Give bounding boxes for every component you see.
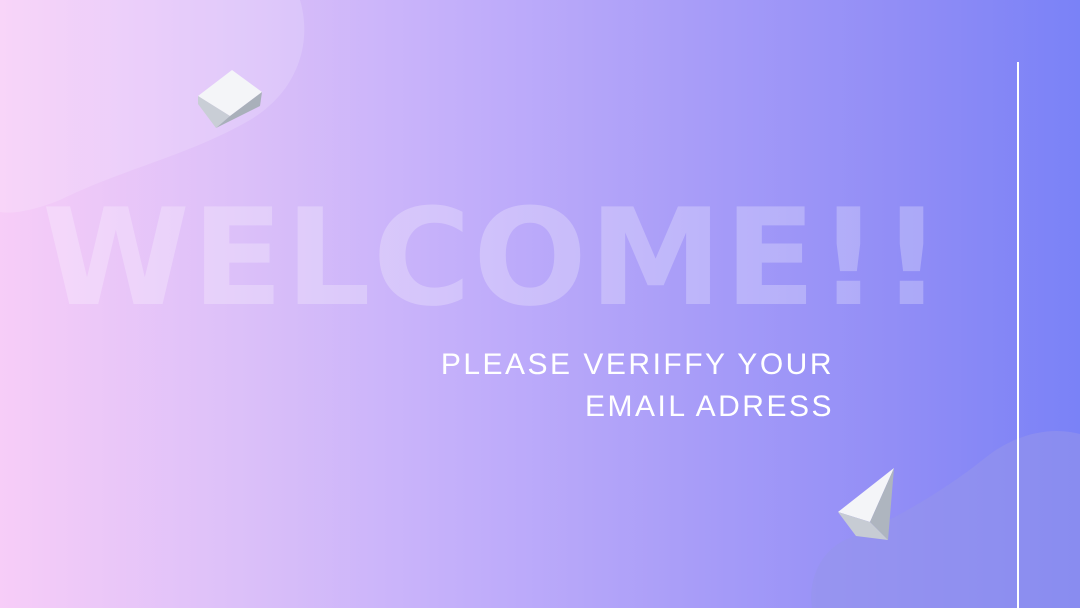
welcome-banner: WELCOME!! PLEASE VERIFFY YOUR EMAIL ADRE…	[0, 0, 1080, 608]
verify-email-message: PLEASE VERIFFY YOUR EMAIL ADRESS	[420, 344, 834, 428]
cube-icon	[198, 70, 262, 128]
pyramid-icon	[838, 468, 894, 540]
welcome-headline: WELCOME!!	[42, 180, 945, 336]
vertical-divider-line	[1017, 62, 1019, 608]
verify-message-line-2: EMAIL ADRESS	[585, 390, 834, 423]
verify-message-line-1: PLEASE VERIFFY YOUR	[440, 348, 834, 381]
